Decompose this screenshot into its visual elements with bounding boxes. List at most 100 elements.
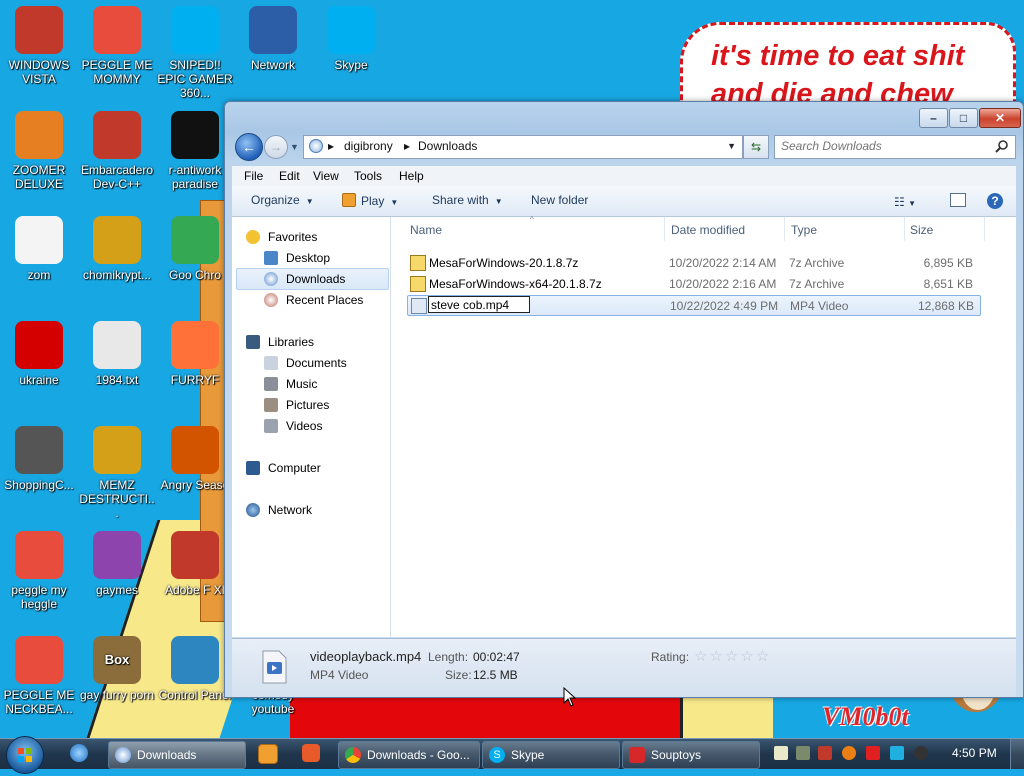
desktop-shortcut[interactable]: SNIPED!! EPIC GAMER 360...	[156, 6, 234, 100]
taskbar-button-chrome[interactable]: Downloads - Goo...	[338, 741, 480, 769]
column-separator[interactable]	[984, 217, 985, 241]
desktop-shortcut[interactable]: Skype	[312, 6, 390, 72]
desktop-shortcut[interactable]: Embarcadero Dev-C++	[78, 111, 156, 191]
table-row[interactable]: 10/22/2022 4:49 PM MP4 Video 12,868 KB	[407, 295, 981, 316]
desktop-shortcut[interactable]: gaymes	[78, 531, 156, 597]
forward-button[interactable]: →	[264, 135, 288, 159]
address-dropdown-icon[interactable]: ▼	[727, 141, 736, 151]
desktop-shortcut[interactable]: Box gay furry porn	[78, 636, 156, 702]
nav-downloads[interactable]: Downloads	[264, 272, 345, 286]
rating-star-icon[interactable]: ☆	[694, 649, 707, 664]
start-button[interactable]	[6, 736, 44, 774]
desktop-shortcut[interactable]: FURRYF	[156, 321, 234, 387]
nav-music[interactable]: Music	[264, 377, 317, 391]
desktop-shortcut[interactable]: 1984.txt	[78, 321, 156, 387]
rating-star-icon[interactable]: ☆	[725, 649, 738, 664]
column-header-date[interactable]: Date modified	[671, 223, 745, 237]
desktop-shortcut[interactable]: ZOOMER DELUXE	[0, 111, 78, 191]
nav-favorites[interactable]: Favorites	[246, 230, 317, 244]
share-with-button[interactable]: Share with ▼	[432, 193, 503, 207]
tray-icon[interactable]	[866, 746, 880, 760]
rename-input[interactable]	[428, 296, 530, 313]
column-header-type[interactable]: Type	[791, 223, 817, 237]
nav-libraries[interactable]: Libraries	[246, 335, 314, 349]
desktop-shortcut[interactable]: ukraine	[0, 321, 78, 387]
desktop-shortcut[interactable]: MEMZ DESTRUCTI...	[78, 426, 156, 520]
nav-desktop[interactable]: Desktop	[264, 251, 330, 265]
search-icon[interactable]	[995, 139, 1009, 153]
desktop-shortcut[interactable]: peggle my heggle	[0, 531, 78, 611]
view-options-icon[interactable]: ☷ ▼	[894, 195, 916, 209]
breadcrumb-digibrony[interactable]: digibrony	[344, 139, 393, 153]
desktop-shortcut[interactable]: Adobe F XI	[156, 531, 234, 597]
desktop-shortcut[interactable]: Angry Seaso	[156, 426, 234, 492]
table-row[interactable]: MesaForWindows-20.1.8.7z 10/20/2022 2:14 …	[407, 253, 979, 272]
menu-help[interactable]: Help	[399, 169, 424, 183]
nav-computer[interactable]: Computer	[246, 461, 321, 475]
desktop-shortcut[interactable]: r-antiwork paradise	[156, 111, 234, 191]
desktop-shortcut[interactable]: zom	[0, 216, 78, 282]
nav-documents[interactable]: Documents	[264, 356, 347, 370]
rating-stars[interactable]: ☆ ☆ ☆ ☆ ☆	[694, 649, 769, 664]
desktop-shortcut[interactable]: Goo Chro	[156, 216, 234, 282]
desktop-shortcut[interactable]: chomikrypt...	[78, 216, 156, 282]
desktop-shortcut[interactable]: WINDOWS VISTA	[0, 6, 78, 86]
tray-icon[interactable]	[842, 746, 856, 760]
rating-star-icon[interactable]: ☆	[740, 649, 753, 664]
play-button[interactable]: Play ▼	[342, 193, 398, 208]
menu-tools[interactable]: Tools	[354, 169, 382, 183]
desktop-shortcut[interactable]: Network	[234, 6, 312, 72]
back-button[interactable]: ←	[235, 133, 263, 161]
recent-pages-dropdown[interactable]: ▼	[290, 142, 299, 152]
nav-pictures[interactable]: Pictures	[264, 398, 329, 412]
shortcut-label: peggle my heggle	[11, 583, 67, 611]
breadcrumb-separator-icon[interactable]: ▸	[404, 139, 410, 153]
desktop-shortcut[interactable]: ShoppingC...	[0, 426, 78, 492]
column-separator[interactable]	[784, 217, 785, 241]
menu-view[interactable]: View	[313, 169, 339, 183]
taskbar-button-souptoys[interactable]: Souptoys	[622, 741, 760, 769]
tray-icon[interactable]	[774, 746, 788, 760]
new-folder-button[interactable]: New folder	[531, 193, 588, 207]
nav-network[interactable]: Network	[246, 503, 312, 517]
tray-icon[interactable]	[796, 746, 810, 760]
search-box[interactable]	[774, 135, 1016, 159]
table-row[interactable]: MesaForWindows-x64-20.1.8.7z 10/20/2022 2…	[407, 274, 979, 293]
column-separator[interactable]	[664, 217, 665, 241]
search-input[interactable]	[781, 139, 981, 153]
breadcrumb-downloads[interactable]: Downloads	[418, 139, 477, 153]
refresh-button[interactable]: ⇆	[743, 135, 769, 159]
internet-explorer-icon[interactable]	[70, 744, 88, 762]
nav-videos[interactable]: Videos	[264, 419, 322, 433]
maximize-button[interactable]: □	[949, 108, 978, 128]
nav-recent-places[interactable]: Recent Places	[264, 293, 363, 307]
tray-icon[interactable]	[890, 746, 904, 760]
column-separator[interactable]	[904, 217, 905, 241]
desktop-shortcut[interactable]: PEGGLE ME NECKBEA...	[0, 636, 78, 716]
media-player-icon[interactable]	[258, 744, 278, 764]
file-list[interactable]: Name ^ Date modified Type Size MesaForWi…	[391, 215, 1016, 637]
organize-button[interactable]: Organize ▼	[251, 193, 314, 207]
menu-file[interactable]: File	[244, 169, 263, 183]
explorer-window[interactable]: – □ ✕ ← → ▼ ▸ digibrony ▸ Downloads ▼ ⇆ …	[224, 101, 1024, 698]
menu-edit[interactable]: Edit	[279, 169, 300, 183]
taskbar-button-downloads[interactable]: Downloads	[108, 741, 246, 769]
close-button[interactable]: ✕	[979, 108, 1021, 128]
address-bar[interactable]: ▸ digibrony ▸ Downloads ▼	[303, 135, 743, 159]
rating-star-icon[interactable]: ☆	[756, 649, 769, 664]
tray-icon[interactable]	[818, 746, 832, 760]
column-header-size[interactable]: Size	[910, 223, 933, 237]
minimize-button[interactable]: –	[919, 108, 948, 128]
rating-star-icon[interactable]: ☆	[709, 649, 722, 664]
breadcrumb-separator-icon[interactable]: ▸	[328, 139, 334, 153]
tray-icon[interactable]	[914, 746, 928, 760]
app-quicklaunch-icon[interactable]	[302, 744, 320, 762]
show-desktop-button[interactable]	[1010, 739, 1024, 769]
column-header-name[interactable]: Name	[410, 223, 442, 237]
clock[interactable]: 4:50 PM	[952, 746, 997, 760]
taskbar-button-skype[interactable]: S Skype	[482, 741, 620, 769]
help-icon[interactable]: ?	[987, 193, 1003, 209]
desktop-shortcut[interactable]: Control Panel	[156, 636, 234, 702]
preview-pane-icon[interactable]	[950, 193, 966, 207]
desktop-shortcut[interactable]: PEGGLE ME MOMMY	[78, 6, 156, 86]
